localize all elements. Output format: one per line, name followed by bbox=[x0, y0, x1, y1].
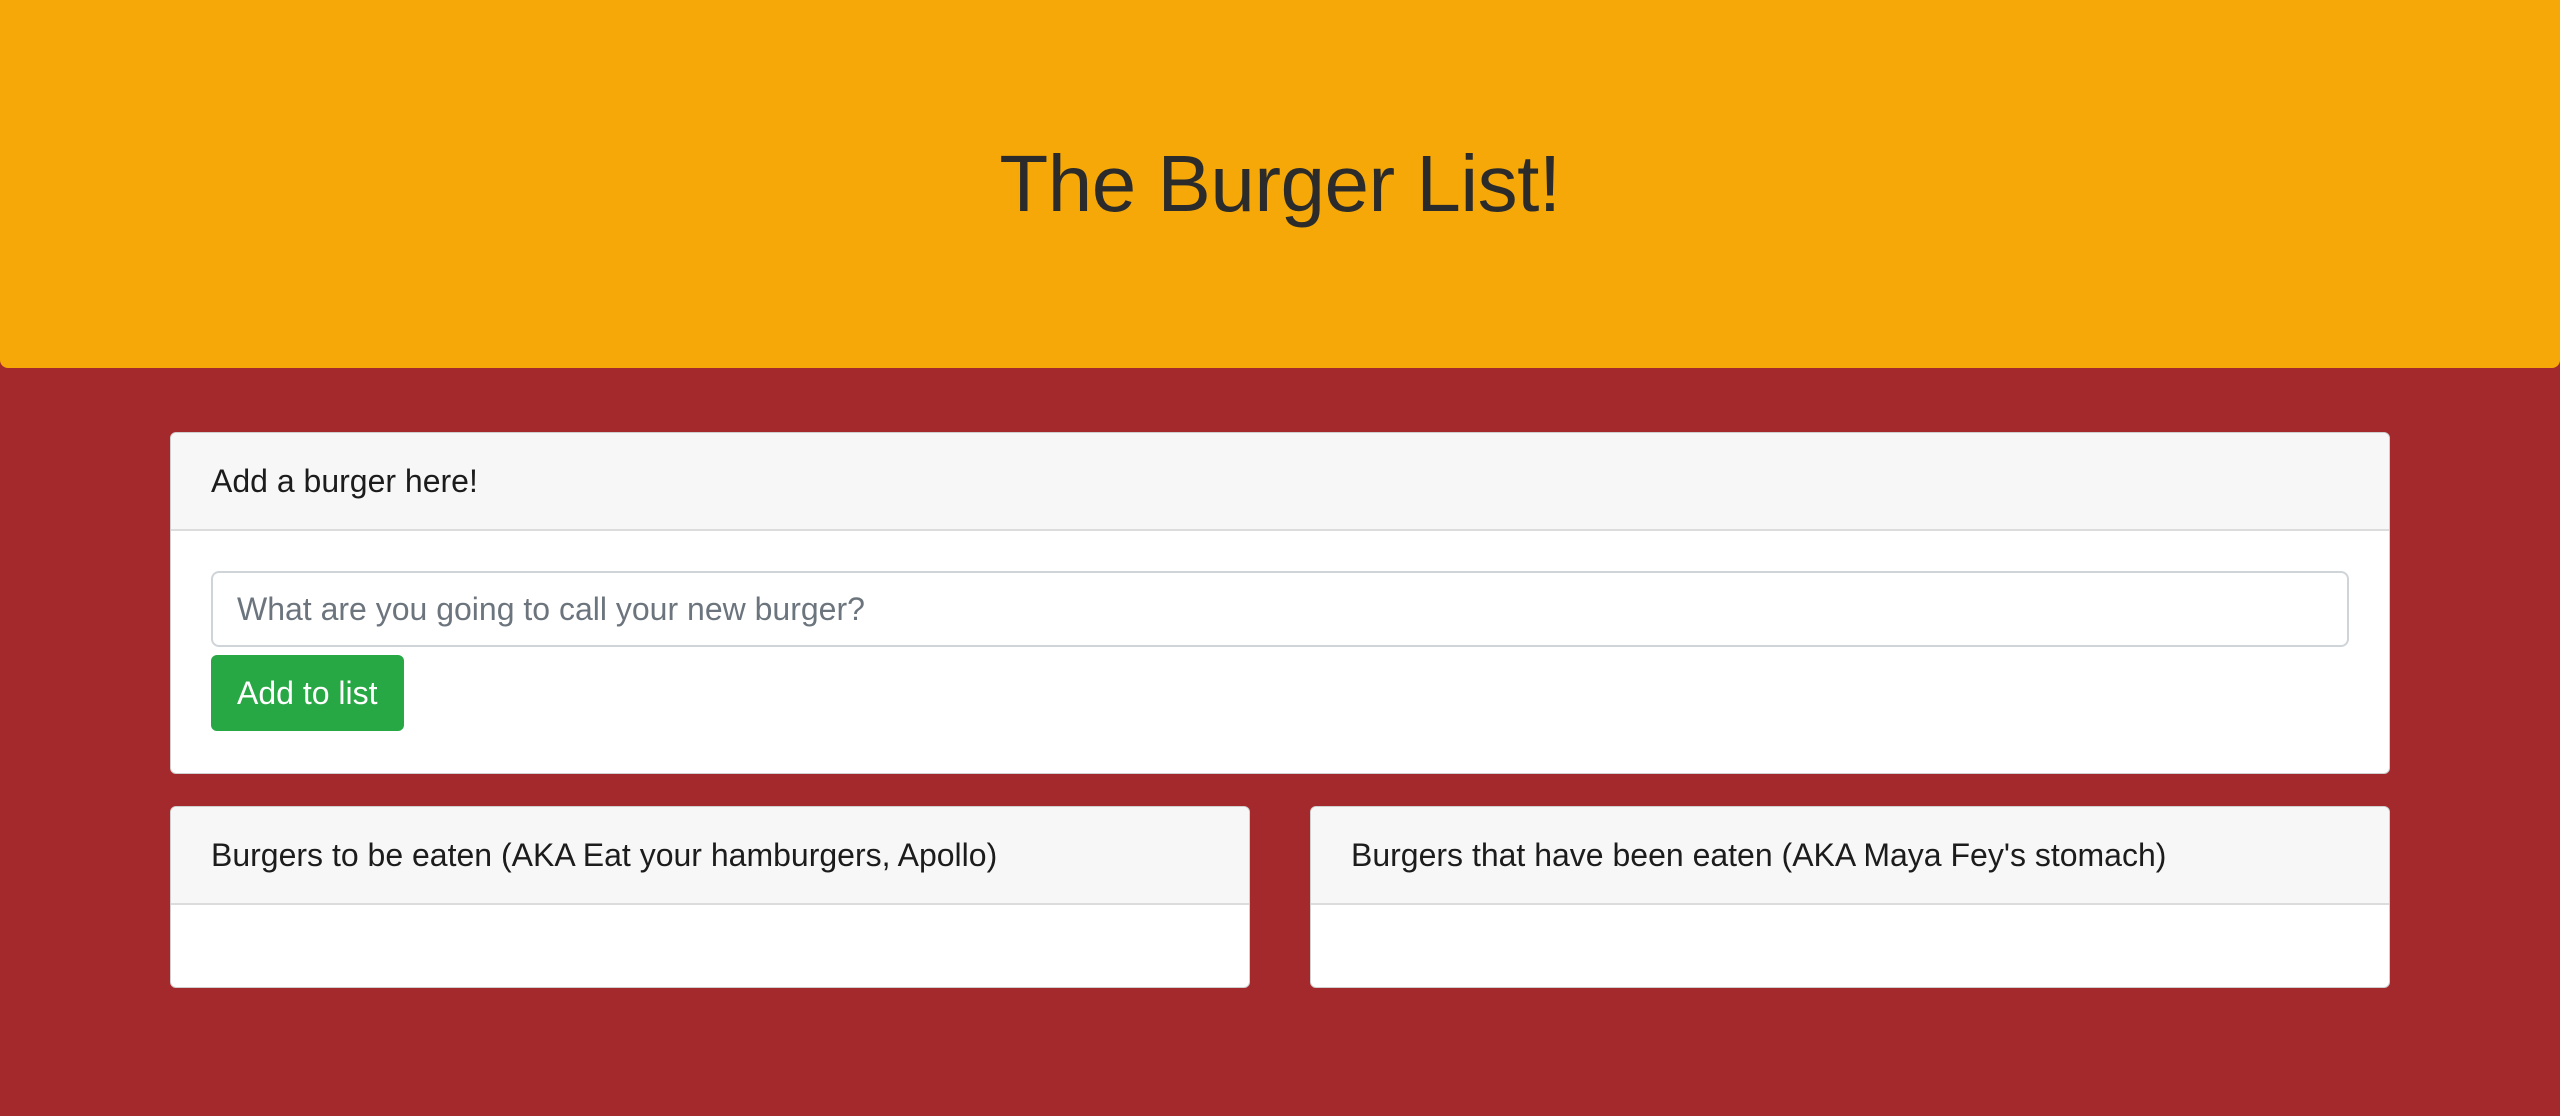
add-burger-form: Add to list bbox=[171, 531, 2389, 731]
burger-name-input[interactable] bbox=[211, 571, 2349, 647]
page-title: The Burger List! bbox=[999, 139, 1561, 228]
add-burger-card: Add a burger here! Add to list bbox=[170, 432, 2390, 774]
eaten-burgers-list bbox=[1311, 905, 2389, 987]
eaten-burgers-card: Burgers that have been eaten (AKA Maya F… bbox=[1310, 806, 2390, 988]
eaten-burgers-title: Burgers that have been eaten (AKA Maya F… bbox=[1311, 807, 2389, 905]
uneaten-burgers-list bbox=[171, 905, 1249, 987]
page-header: The Burger List! bbox=[0, 0, 2560, 368]
add-burger-card-title: Add a burger here! bbox=[171, 433, 2389, 531]
uneaten-burgers-title: Burgers to be eaten (AKA Eat your hambur… bbox=[171, 807, 1249, 905]
uneaten-burgers-card: Burgers to be eaten (AKA Eat your hambur… bbox=[170, 806, 1250, 988]
add-to-list-button[interactable]: Add to list bbox=[211, 655, 404, 731]
